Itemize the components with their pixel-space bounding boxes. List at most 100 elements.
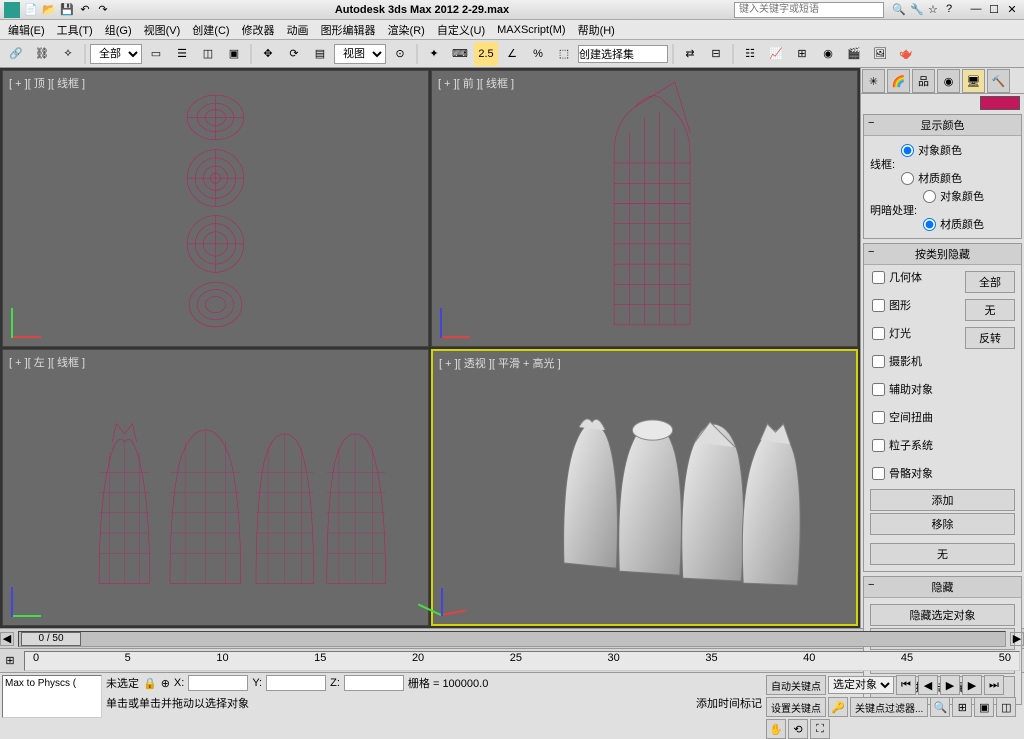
ref-coord-system[interactable]: 视图 <box>334 44 386 64</box>
maxscript-listener[interactable]: Max to Physcs ( <box>2 675 102 718</box>
angle-snap-icon[interactable]: ∠ <box>500 42 524 66</box>
autokey-button[interactable]: 自动关键点 <box>766 675 826 695</box>
object-color-swatch[interactable] <box>980 96 1020 110</box>
menu-graph[interactable]: 图形编辑器 <box>321 22 376 38</box>
menu-render[interactable]: 渲染(R) <box>388 22 425 38</box>
radio-wire-mat[interactable]: 材质颜色 <box>899 170 962 186</box>
select-region-icon[interactable]: ◫ <box>196 42 220 66</box>
viewport-perspective[interactable]: [ + ][ 透视 ][ 平滑 + 高光 ] <box>431 349 858 626</box>
tab-hierarchy-icon[interactable]: 品 <box>912 69 935 93</box>
time-handle[interactable]: 0 / 50 <box>21 632 81 646</box>
fov-icon[interactable]: ◫ <box>996 697 1016 717</box>
keyboard-icon[interactable]: ⌨ <box>448 42 472 66</box>
manip-icon[interactable]: ✦ <box>422 42 446 66</box>
goto-start-icon[interactable]: ⏮ <box>896 675 916 695</box>
chk-shapes[interactable]: 图形 <box>870 297 965 313</box>
pan-icon[interactable]: ✋ <box>766 719 786 739</box>
menu-customize[interactable]: 自定义(U) <box>437 22 485 38</box>
track-ruler[interactable]: 0 5 10 15 20 25 30 35 40 45 50 <box>24 651 1020 671</box>
named-selection-input[interactable] <box>578 45 668 63</box>
goto-end-icon[interactable]: ⏭ <box>984 675 1004 695</box>
menu-edit[interactable]: 编辑(E) <box>8 22 45 38</box>
setkey-button[interactable]: 设置关键点 <box>766 697 826 717</box>
percent-snap-icon[interactable]: % <box>526 42 550 66</box>
time-slider[interactable]: 0 / 50 <box>18 631 1006 647</box>
zoom-icon[interactable]: 🔍 <box>930 697 950 717</box>
chk-lights[interactable]: 灯光 <box>870 325 965 341</box>
lock-icon[interactable]: 🔒 <box>143 677 157 690</box>
chk-cameras[interactable]: 摄影机 <box>870 353 965 369</box>
scale-icon[interactable]: ▤ <box>308 42 332 66</box>
radio-shade-obj[interactable]: 对象颜色 <box>921 188 984 204</box>
redo-icon[interactable]: ↷ <box>96 3 110 17</box>
menu-tools[interactable]: 工具(T) <box>57 22 93 38</box>
prev-frame-icon[interactable]: ◀ <box>918 675 938 695</box>
viewport-left[interactable]: [ + ][ 左 ][ 线框 ] <box>2 349 429 626</box>
chk-helpers[interactable]: 辅助对象 <box>870 381 965 397</box>
tab-modify-icon[interactable]: 🌈 <box>887 69 910 93</box>
save-icon[interactable]: 💾 <box>60 3 74 17</box>
menu-modifiers[interactable]: 修改器 <box>242 22 275 38</box>
btn-none2[interactable]: 无 <box>870 543 1015 565</box>
link-icon[interactable]: 🔗 <box>4 42 28 66</box>
curve-editor-icon[interactable]: 📈 <box>764 42 788 66</box>
window-crossing-icon[interactable]: ▣ <box>222 42 246 66</box>
orbit-icon[interactable]: ⟲ <box>788 719 808 739</box>
next-frame-icon[interactable]: ▶ <box>962 675 982 695</box>
zoom-all-icon[interactable]: ⊞ <box>952 697 972 717</box>
z-input[interactable] <box>344 675 404 691</box>
rotate-icon[interactable]: ⟳ <box>282 42 306 66</box>
keyfilter-button[interactable]: 关键点过滤器... <box>850 697 928 717</box>
select-name-icon[interactable]: ☰ <box>170 42 194 66</box>
radio-shade-mat[interactable]: 材质颜色 <box>921 216 984 232</box>
btn-all[interactable]: 全部 <box>965 271 1015 293</box>
layers-icon[interactable]: ☷ <box>738 42 762 66</box>
spinner-snap-icon[interactable]: ⬚ <box>552 42 576 66</box>
btn-none[interactable]: 无 <box>965 299 1015 321</box>
time-prev-icon[interactable]: ◀ <box>0 632 14 646</box>
chk-spacewarps[interactable]: 空间扭曲 <box>870 409 965 425</box>
mirror-icon[interactable]: ⇄ <box>678 42 702 66</box>
chk-geometry[interactable]: 几何体 <box>870 269 965 285</box>
zoom-ext-icon[interactable]: ▣ <box>974 697 994 717</box>
wrench-icon[interactable]: 🔧 <box>910 3 924 17</box>
tab-display-icon[interactable]: 🖥 <box>962 69 985 93</box>
menu-animation[interactable]: 动画 <box>287 22 309 38</box>
star-icon[interactable]: ☆ <box>928 3 942 17</box>
unlink-icon[interactable]: ⛓ <box>30 42 54 66</box>
y-input[interactable] <box>266 675 326 691</box>
undo-icon[interactable]: ↶ <box>78 3 92 17</box>
select-icon[interactable]: ▭ <box>144 42 168 66</box>
track-toggle-icon[interactable]: ⊞ <box>0 654 20 667</box>
bind-icon[interactable]: ⟡ <box>56 42 80 66</box>
snap-icon[interactable]: 2.5 <box>474 42 498 66</box>
maximize-button[interactable]: ☐ <box>986 3 1002 17</box>
render-icon[interactable]: 🫖 <box>894 42 918 66</box>
play-icon[interactable]: ▶ <box>940 675 960 695</box>
tab-motion-icon[interactable]: ◉ <box>937 69 960 93</box>
btn-hide-sel[interactable]: 隐藏选定对象 <box>870 604 1015 626</box>
schematic-icon[interactable]: ⊞ <box>790 42 814 66</box>
move-icon[interactable]: ✥ <box>256 42 280 66</box>
align-icon[interactable]: ⊟ <box>704 42 728 66</box>
material-icon[interactable]: ◉ <box>816 42 840 66</box>
radio-wire-obj[interactable]: 对象颜色 <box>899 142 962 158</box>
render-frame-icon[interactable]: 🖼 <box>868 42 892 66</box>
selection-filter[interactable]: 全部 <box>90 44 142 64</box>
menu-create[interactable]: 创建(C) <box>192 22 229 38</box>
time-next-icon[interactable]: ▶ <box>1010 632 1024 646</box>
menu-views[interactable]: 视图(V) <box>144 22 181 38</box>
tab-create-icon[interactable]: ✳ <box>862 69 885 93</box>
menu-group[interactable]: 组(G) <box>105 22 132 38</box>
time-tag[interactable]: 添加时间标记 <box>696 695 762 711</box>
x-input[interactable] <box>188 675 248 691</box>
maximize-vp-icon[interactable]: ⛶ <box>810 719 830 739</box>
new-icon[interactable]: 📄 <box>24 3 38 17</box>
tab-utilities-icon[interactable]: 🔨 <box>987 69 1010 93</box>
btn-add[interactable]: 添加 <box>870 489 1015 511</box>
coord-icon[interactable]: ⊕ <box>161 677 170 690</box>
btn-invert[interactable]: 反转 <box>965 327 1015 349</box>
chk-particles[interactable]: 粒子系统 <box>870 437 965 453</box>
menu-maxscript[interactable]: MAXScript(M) <box>497 24 565 36</box>
search-input[interactable] <box>734 2 884 18</box>
